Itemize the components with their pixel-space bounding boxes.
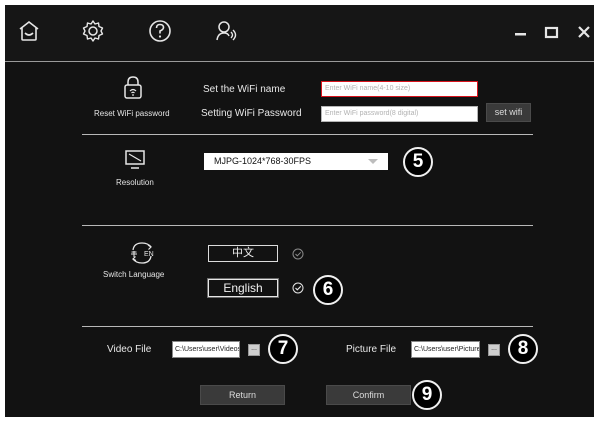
section-divider <box>82 134 533 135</box>
resolution-section-label: Resolution <box>116 178 154 187</box>
set-wifi-button[interactable]: set wifi <box>486 103 531 122</box>
check-icon <box>292 282 304 294</box>
callout-7: 7 <box>268 334 298 364</box>
callout-8: 8 <box>508 334 538 364</box>
wifi-name-label: Set the WiFi name <box>203 84 286 95</box>
maximize-icon[interactable] <box>541 23 563 43</box>
language-option-english[interactable]: English <box>208 279 278 297</box>
minimize-icon[interactable] <box>510 23 532 43</box>
resolution-selected-value: MJPG-1024*768-30FPS <box>214 156 312 166</box>
language-section-label: Switch Language <box>103 270 165 279</box>
video-file-label: Video File <box>107 344 152 355</box>
section-divider <box>82 326 533 327</box>
wifi-password-input[interactable]: Enter WiFi password(8 digital) <box>321 106 478 122</box>
callout-6: 6 <box>313 275 343 305</box>
video-browse-button[interactable]: ... <box>248 344 260 356</box>
confirm-button[interactable]: Confirm <box>326 385 411 405</box>
resolution-select[interactable]: MJPG-1024*768-30FPS <box>204 153 388 170</box>
picture-browse-button[interactable]: ... <box>488 344 500 356</box>
settings-window: Reset WiFi password Set the WiFi name En… <box>5 5 594 417</box>
chevron-down-icon <box>368 159 378 164</box>
language-option-chinese[interactable]: 中文 <box>208 245 278 262</box>
user-voice-icon[interactable] <box>213 17 241 45</box>
picture-file-label: Picture File <box>346 344 397 355</box>
gear-icon[interactable] <box>79 17 107 45</box>
return-button[interactable]: Return <box>200 385 285 405</box>
wifi-password-label: Setting WiFi Password <box>201 108 302 119</box>
callout-5: 5 <box>403 147 433 177</box>
wifi-lock-icon <box>122 75 144 101</box>
check-icon <box>292 248 304 260</box>
picture-path-field[interactable]: C:\Users\user\Pictures <box>411 341 480 358</box>
close-icon[interactable] <box>575 23 597 43</box>
video-path-field[interactable]: C:\Users\user\Videos <box>172 341 240 358</box>
wifi-section-label: Reset WiFi password <box>94 109 170 118</box>
section-divider <box>82 225 533 226</box>
home-icon[interactable] <box>15 17 43 45</box>
top-toolbar <box>5 5 594 62</box>
help-icon[interactable] <box>146 17 174 45</box>
monitor-icon <box>124 149 146 171</box>
svg-text:EN: EN <box>144 251 154 258</box>
callout-9: 9 <box>412 380 442 410</box>
wifi-name-input[interactable]: Enter WiFi name(4-10 size) <box>321 81 478 97</box>
language-switch-icon: EN <box>128 241 156 265</box>
